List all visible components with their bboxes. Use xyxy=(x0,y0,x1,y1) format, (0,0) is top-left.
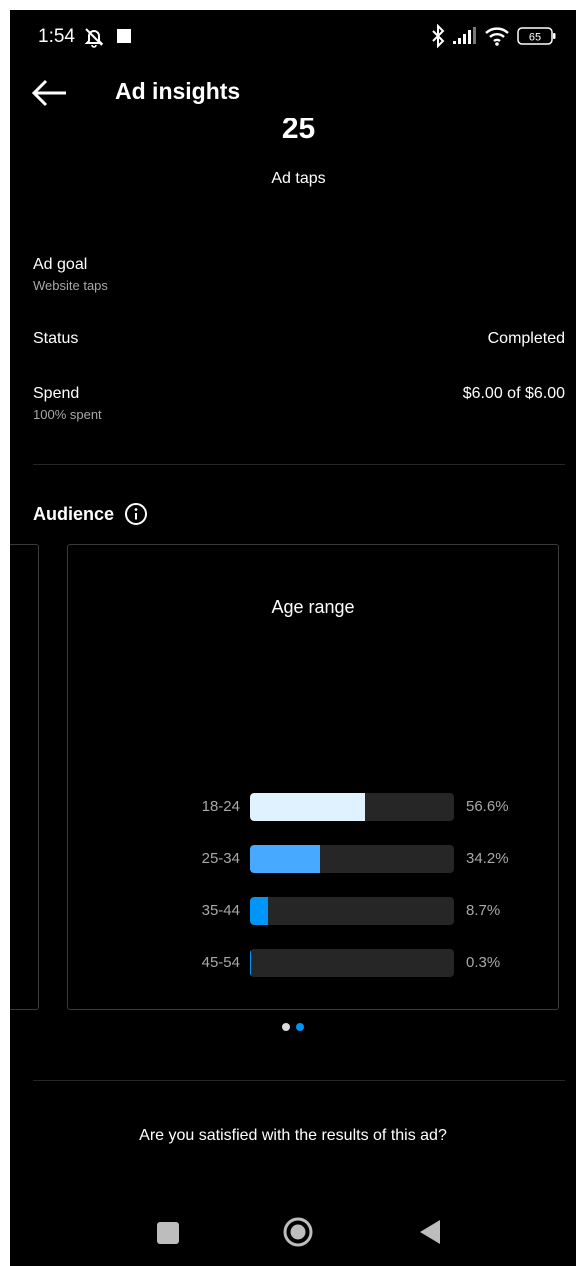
age-bar-percent: 56.6% xyxy=(466,798,509,815)
age-bar-row: 25-34 34.2% xyxy=(68,845,558,873)
wifi-icon xyxy=(485,27,509,46)
metric-value: 25 xyxy=(281,118,316,144)
age-bar-fill xyxy=(250,897,268,925)
age-bar-track xyxy=(250,845,454,873)
back-triangle-icon[interactable] xyxy=(418,1218,442,1246)
age-bar-label: 25-34 xyxy=(201,850,240,867)
status-value: Completed xyxy=(487,330,565,347)
age-bar-percent: 34.2% xyxy=(466,850,509,867)
carousel-pager xyxy=(10,1018,576,1031)
age-range-card[interactable]: Age range 18-24 56.6% 25-34 34.2% 35-44 … xyxy=(67,544,559,1010)
muted-bell-icon xyxy=(84,28,104,48)
home-button[interactable] xyxy=(282,1216,314,1248)
spend-value: $6.00 of $6.00 xyxy=(462,385,565,402)
divider xyxy=(33,1080,565,1081)
info-icon[interactable] xyxy=(124,502,148,526)
age-bar-row: 18-24 56.6% xyxy=(68,793,558,821)
age-bar-fill xyxy=(250,793,366,821)
back-arrow-icon[interactable] xyxy=(30,76,70,110)
age-bar-row: 35-44 8.7% xyxy=(68,897,558,925)
age-bar-fill xyxy=(250,845,320,873)
age-bar-fill xyxy=(250,949,251,977)
age-bar-label: 35-44 xyxy=(201,902,240,919)
age-bar-percent: 8.7% xyxy=(466,902,501,919)
audience-title: Audience xyxy=(33,504,115,524)
page-title: Ad insights xyxy=(115,78,241,104)
spend-label: Spend xyxy=(33,385,80,402)
pager-dot[interactable] xyxy=(282,1023,290,1031)
ad-goal-value: Website taps xyxy=(33,278,108,293)
signal-icon xyxy=(453,27,476,44)
card-title: Age range xyxy=(271,597,355,617)
ad-goal-label: Ad goal xyxy=(33,256,88,273)
age-bar-track xyxy=(250,793,454,821)
age-bar-row: 45-54 0.3% xyxy=(68,949,558,977)
pager-dot[interactable] xyxy=(296,1023,304,1031)
spend-percent: 100% spent xyxy=(33,407,102,422)
metric-label: Ad taps xyxy=(271,170,326,187)
status-time: 1:54 xyxy=(38,26,75,47)
age-bar-track xyxy=(250,897,454,925)
recent-apps-button[interactable] xyxy=(157,1222,179,1244)
age-bar-percent: 0.3% xyxy=(466,954,501,971)
phone-screen: 1:54 65 Ad insights 25 Ad taps Ad goal W… xyxy=(10,10,576,1266)
age-bar-track xyxy=(250,949,454,977)
battery-icon: 65 xyxy=(517,27,556,45)
divider xyxy=(33,464,565,465)
status-label: Status xyxy=(33,330,79,347)
previous-audience-card[interactable] xyxy=(10,544,39,1010)
bluetooth-icon xyxy=(432,24,445,48)
age-bar-label: 45-54 xyxy=(201,954,240,971)
age-bar-label: 18-24 xyxy=(201,798,240,815)
satisfaction-question[interactable]: Are you satisfied with the results of th… xyxy=(10,1127,576,1145)
notification-square-icon xyxy=(117,29,131,43)
battery-level: 65 xyxy=(529,32,541,44)
